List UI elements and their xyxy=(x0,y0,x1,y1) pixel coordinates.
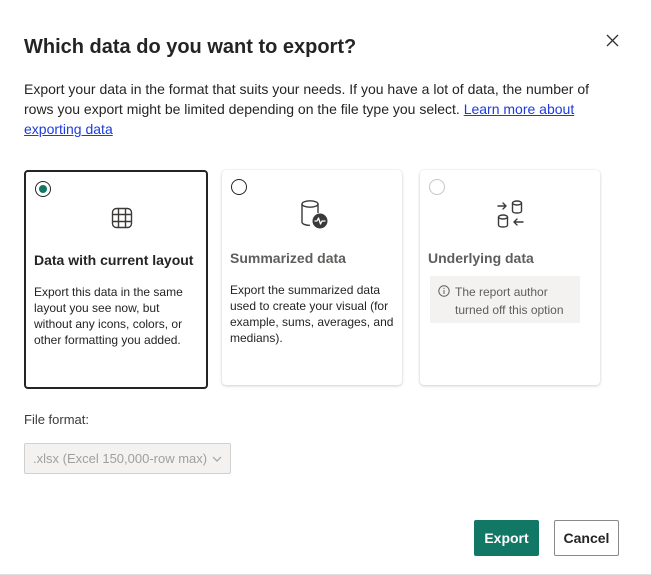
close-icon xyxy=(606,34,618,46)
file-format-label: File format: xyxy=(24,412,90,427)
database-arrows-icon xyxy=(496,198,528,230)
cancel-button[interactable]: Cancel xyxy=(554,520,619,556)
option-title-current-layout: Data with current layout xyxy=(34,252,194,268)
disabled-info-box: The report author turned off this option xyxy=(430,276,580,323)
option-title-summarized: Summarized data xyxy=(230,250,346,266)
dialog-description: Export your data in the format that suit… xyxy=(24,79,614,139)
radio-summarized[interactable] xyxy=(231,179,247,195)
dialog-title: Which data do you want to export? xyxy=(24,36,357,58)
option-card-current-layout[interactable]: Data with current layout Export this dat… xyxy=(24,170,208,389)
export-data-dialog: Which data do you want to export? Export… xyxy=(0,0,651,575)
file-format-dropdown[interactable]: .xlsx (Excel 150,000-row max) xyxy=(24,443,231,474)
option-title-underlying: Underlying data xyxy=(428,250,534,266)
chevron-down-icon xyxy=(212,456,222,462)
table-grid-icon xyxy=(109,205,135,231)
export-button[interactable]: Export xyxy=(474,520,539,556)
radio-current-layout[interactable] xyxy=(35,181,51,197)
disabled-info-text: The report author turned off this option xyxy=(455,285,564,317)
radio-underlying xyxy=(429,179,445,195)
option-desc-summarized: Export the summarized data used to creat… xyxy=(230,283,394,345)
option-card-summarized[interactable]: Summarized data Export the summarized da… xyxy=(222,170,402,385)
option-desc-current-layout: Export this data in the same layout you … xyxy=(34,285,183,347)
close-button[interactable] xyxy=(600,30,624,50)
info-icon xyxy=(438,285,450,297)
database-pulse-icon xyxy=(298,198,330,230)
file-format-value: .xlsx (Excel 150,000-row max) xyxy=(33,451,208,466)
option-card-underlying: Underlying data The report author turned… xyxy=(420,170,600,385)
